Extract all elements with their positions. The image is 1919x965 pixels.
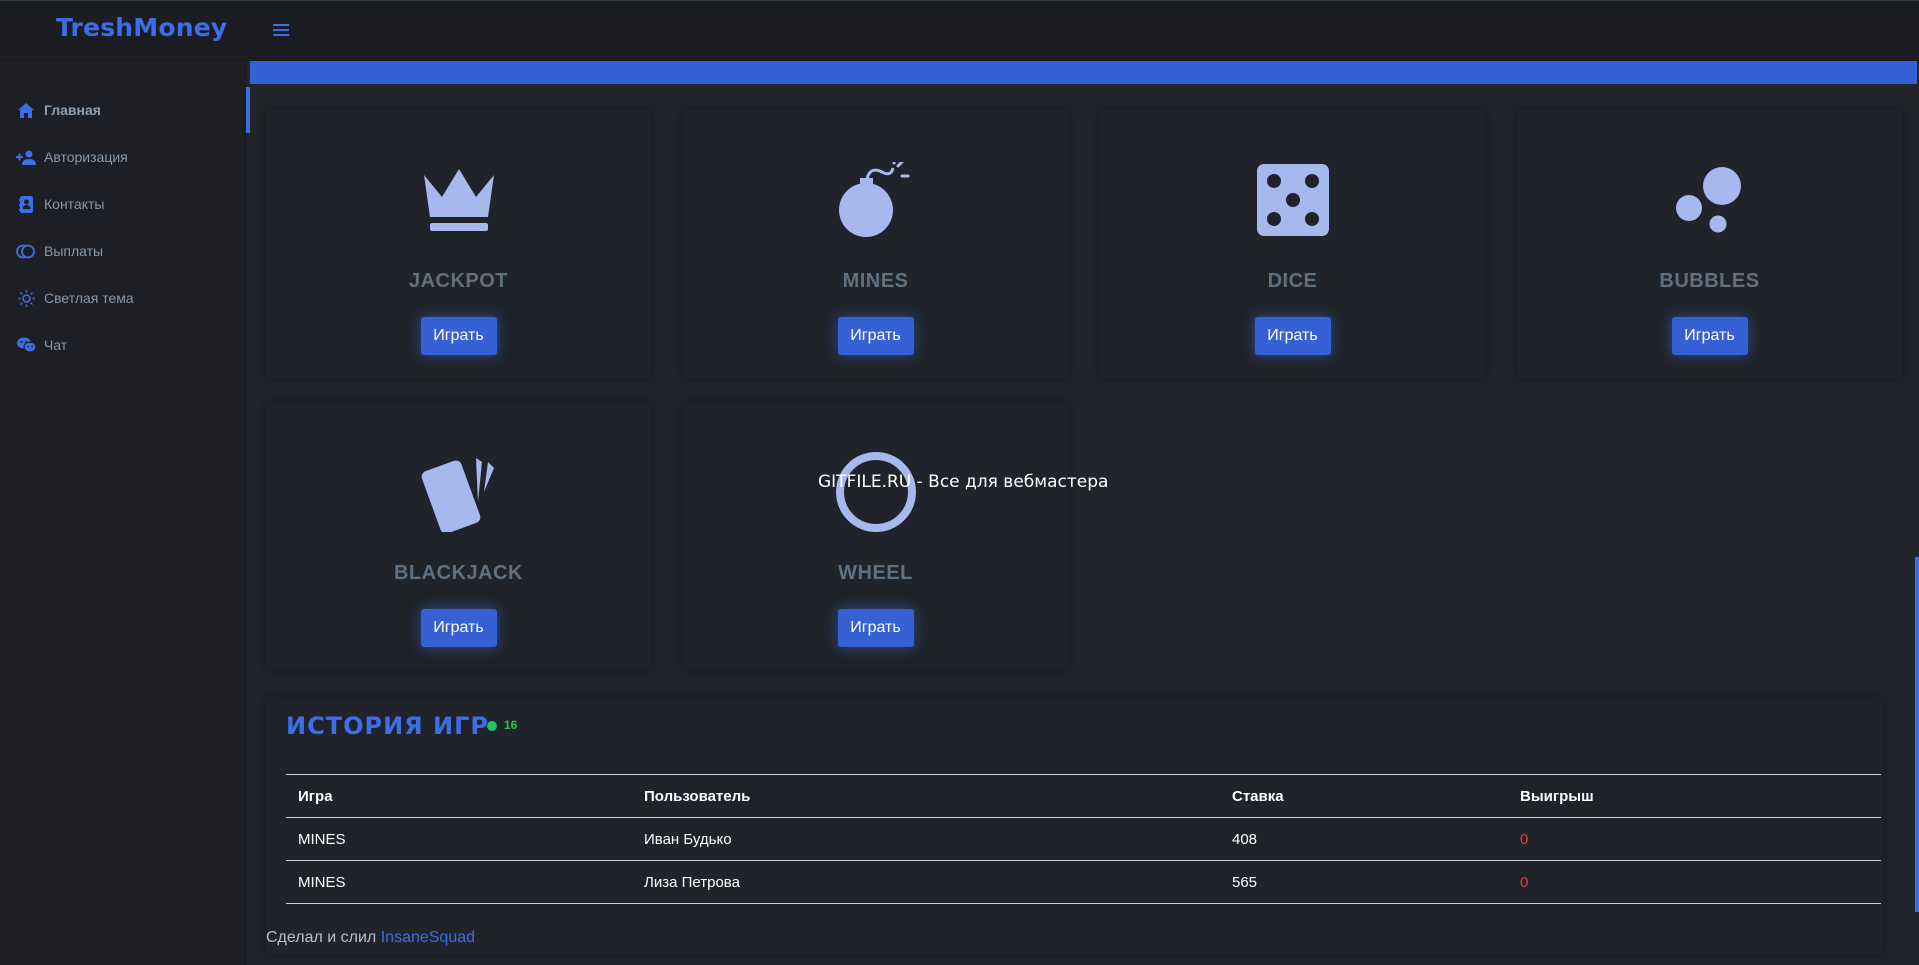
sidebar-item-chat[interactable]: Чат bbox=[0, 322, 247, 368]
cards-icon bbox=[266, 454, 651, 532]
site-logo[interactable]: TreshMoney bbox=[56, 13, 227, 42]
contact-book-icon bbox=[16, 194, 36, 214]
online-indicator-icon bbox=[487, 721, 497, 731]
game-title: BLACKJACK bbox=[394, 562, 523, 584]
sidebar-item-home[interactable]: Главная bbox=[0, 87, 250, 133]
sidebar-item-label: Главная bbox=[44, 102, 101, 118]
game-card-blackjack: BLACKJACK Играть bbox=[266, 402, 651, 670]
bubbles-icon bbox=[1517, 162, 1902, 238]
online-count: 16 bbox=[504, 718, 518, 732]
column-header-game: Игра bbox=[286, 774, 632, 818]
scrollbar-thumb[interactable] bbox=[1915, 557, 1919, 912]
cell-user: Иван Будько bbox=[632, 817, 1220, 861]
history-title: ИСТОРИЯ ИГР bbox=[286, 712, 489, 740]
footer: Сделал и слил InsaneSquad bbox=[266, 929, 475, 947]
cell-game: MINES bbox=[286, 860, 632, 904]
sidebar-item-label: Выплаты bbox=[44, 243, 104, 259]
cell-win: 0 bbox=[1508, 817, 1881, 861]
sidebar-item-label: Чат bbox=[44, 337, 68, 353]
footer-link[interactable]: InsaneSquad bbox=[381, 929, 475, 946]
dice-icon bbox=[1100, 162, 1485, 238]
game-title: JACKPOT bbox=[408, 270, 509, 292]
crown-icon bbox=[266, 162, 651, 238]
chat-icon bbox=[16, 335, 36, 355]
sidebar-item-label: Светлая тема bbox=[44, 290, 134, 306]
watermark-text: GITFILE.RU - Все для вебмастера bbox=[818, 472, 1109, 492]
sidebar: Главная Авторизация Контакты Выплаты Све… bbox=[0, 61, 250, 965]
hamburger-menu-icon[interactable] bbox=[273, 22, 289, 36]
game-history-panel: ИСТОРИЯ ИГР 16 Игра Пользователь Ставка … bbox=[266, 697, 1883, 955]
wheel-icon bbox=[683, 452, 1068, 532]
bomb-icon bbox=[683, 162, 1068, 238]
play-button[interactable]: Играть bbox=[420, 317, 497, 355]
column-header-user: Пользователь bbox=[632, 774, 1220, 818]
sidebar-item-light-theme[interactable]: Светлая тема bbox=[0, 275, 247, 321]
cell-bet: 408 bbox=[1220, 817, 1508, 861]
column-header-win: Выигрыш bbox=[1508, 774, 1881, 818]
game-title: WHEEL bbox=[838, 562, 913, 584]
play-button[interactable]: Играть bbox=[837, 609, 914, 647]
game-card-jackpot: JACKPOT Играть bbox=[266, 110, 651, 378]
game-card-dice: DICE Играть bbox=[1100, 110, 1485, 378]
play-button[interactable]: Играть bbox=[1254, 317, 1331, 355]
sidebar-item-label: Авторизация bbox=[44, 149, 128, 165]
sidebar-item-auth[interactable]: Авторизация bbox=[0, 134, 247, 180]
cell-win: 0 bbox=[1508, 860, 1881, 904]
home-icon bbox=[16, 100, 36, 120]
top-bar: TreshMoney bbox=[0, 0, 1919, 61]
game-title: BUBBLES bbox=[1659, 270, 1760, 292]
user-plus-icon bbox=[16, 147, 36, 167]
sidebar-item-payouts[interactable]: Выплаты bbox=[0, 228, 247, 274]
play-button[interactable]: Играть bbox=[420, 609, 497, 647]
table-row: MINES Иван Будько 408 0 bbox=[286, 817, 1881, 861]
cell-user: Лиза Петрова bbox=[632, 860, 1220, 904]
game-card-bubbles: BUBBLES Играть bbox=[1517, 110, 1902, 378]
coins-icon bbox=[16, 241, 36, 261]
table-row: MINES Лиза Петрова 565 0 bbox=[286, 860, 1881, 904]
history-table: Игра Пользователь Ставка Выигрыш MINES И… bbox=[286, 774, 1881, 904]
sidebar-item-label: Контакты bbox=[44, 196, 105, 212]
game-title: DICE bbox=[1267, 270, 1318, 292]
sidebar-item-contacts[interactable]: Контакты bbox=[0, 181, 247, 227]
play-button[interactable]: Играть bbox=[837, 317, 914, 355]
cell-game: MINES bbox=[286, 817, 632, 861]
top-accent-bar bbox=[250, 61, 1917, 84]
cell-bet: 565 bbox=[1220, 860, 1508, 904]
game-title: MINES bbox=[842, 270, 909, 292]
column-header-bet: Ставка bbox=[1220, 774, 1508, 818]
game-card-wheel: WHEEL Играть bbox=[683, 402, 1068, 670]
sun-icon bbox=[16, 288, 36, 308]
play-button[interactable]: Играть bbox=[1671, 317, 1748, 355]
game-card-mines: MINES Играть bbox=[683, 110, 1068, 378]
table-header-row: Игра Пользователь Ставка Выигрыш bbox=[286, 774, 1881, 818]
footer-text: Сделал и слил bbox=[266, 929, 377, 946]
